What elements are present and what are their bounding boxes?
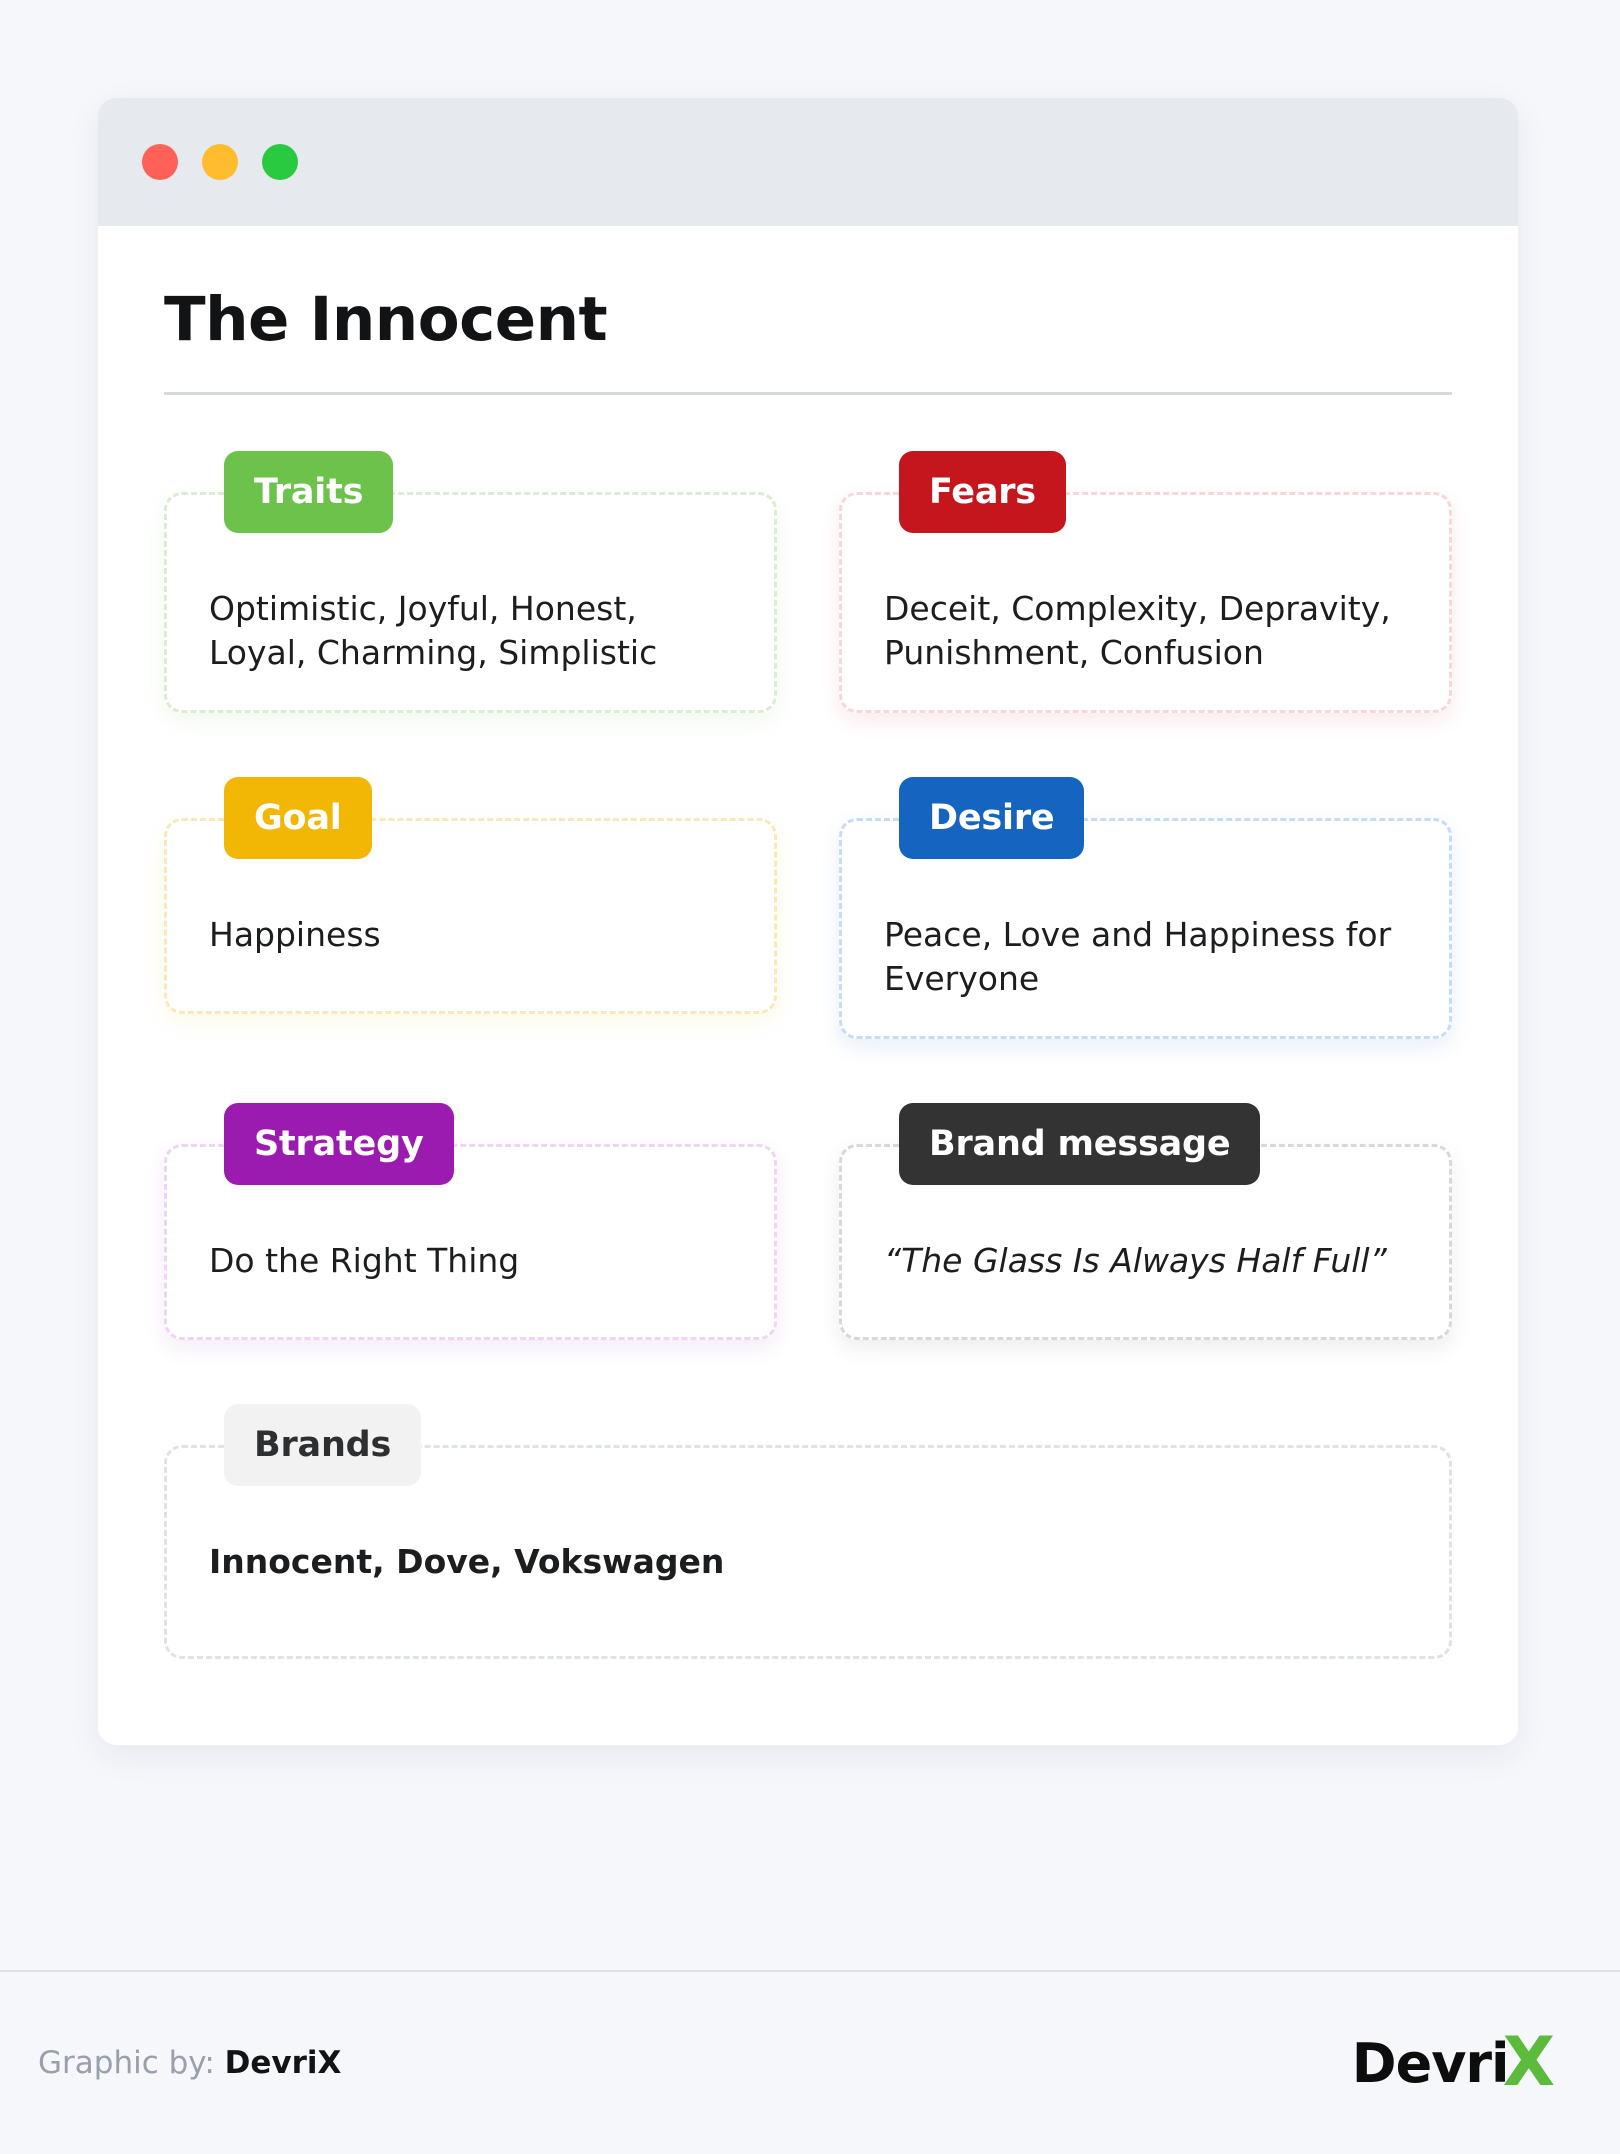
badge-fears: Fears [899,451,1066,534]
badge-brand-message: Brand message [899,1103,1261,1186]
browser-window: The Innocent Traits Optimistic, Joyful, … [98,98,1518,1746]
card-traits: Traits Optimistic, Joyful, Honest, Loyal… [164,451,777,714]
infographic-page: The Innocent Traits Optimistic, Joyful, … [0,0,1620,2154]
card-text-brand-message: “The Glass Is Always Half Full” [884,1241,1387,1281]
logo-x-mark-icon: X [1502,2023,1555,2103]
window-content: The Innocent Traits Optimistic, Joyful, … [98,226,1518,1745]
card-brand-message: Brand message “The Glass Is Always Half … [839,1103,1452,1341]
badge-desire: Desire [899,777,1085,860]
credit-line: Graphic by: DevriX [38,2045,341,2081]
page-footer: Graphic by: DevriX Devri X [0,1970,1620,2154]
card-brands: Brands Innocent, Dove, Vokswagen [164,1404,1452,1660]
card-text-fears: Deceit, Complexity, Depravity, Punishmen… [884,589,1391,672]
card-strategy: Strategy Do the Right Thing [164,1103,777,1341]
credit-label: Graphic by: [38,2045,215,2081]
window-zoom-icon[interactable] [262,144,298,180]
card-goal: Goal Happiness [164,777,777,1039]
logo-wordmark: Devri [1351,2031,1510,2095]
badge-goal: Goal [224,777,372,860]
badge-traits: Traits [224,451,394,534]
card-text-strategy: Do the Right Thing [209,1241,520,1281]
page-title: The Innocent [164,284,608,355]
card-text-traits: Optimistic, Joyful, Honest, Loyal, Charm… [209,589,658,672]
window-container: The Innocent Traits Optimistic, Joyful, … [0,0,1620,1970]
card-text-desire: Peace, Love and Happiness for Everyone [884,915,1392,998]
window-close-icon[interactable] [142,144,178,180]
card-text-goal: Happiness [209,915,381,955]
attribute-grid: Traits Optimistic, Joyful, Honest, Loyal… [164,451,1452,1660]
browser-titlebar [98,98,1518,226]
credit-name: DevriX [224,2045,342,2081]
badge-brands: Brands [224,1404,422,1487]
window-minimize-icon[interactable] [202,144,238,180]
badge-strategy: Strategy [224,1103,454,1186]
card-desire: Desire Peace, Love and Happiness for Eve… [839,777,1452,1040]
card-fears: Fears Deceit, Complexity, Depravity, Pun… [839,451,1452,714]
title-divider [164,392,1452,396]
card-text-brands: Innocent, Dove, Vokswagen [209,1542,725,1582]
devrix-logo: Devri X [1351,2023,1555,2103]
